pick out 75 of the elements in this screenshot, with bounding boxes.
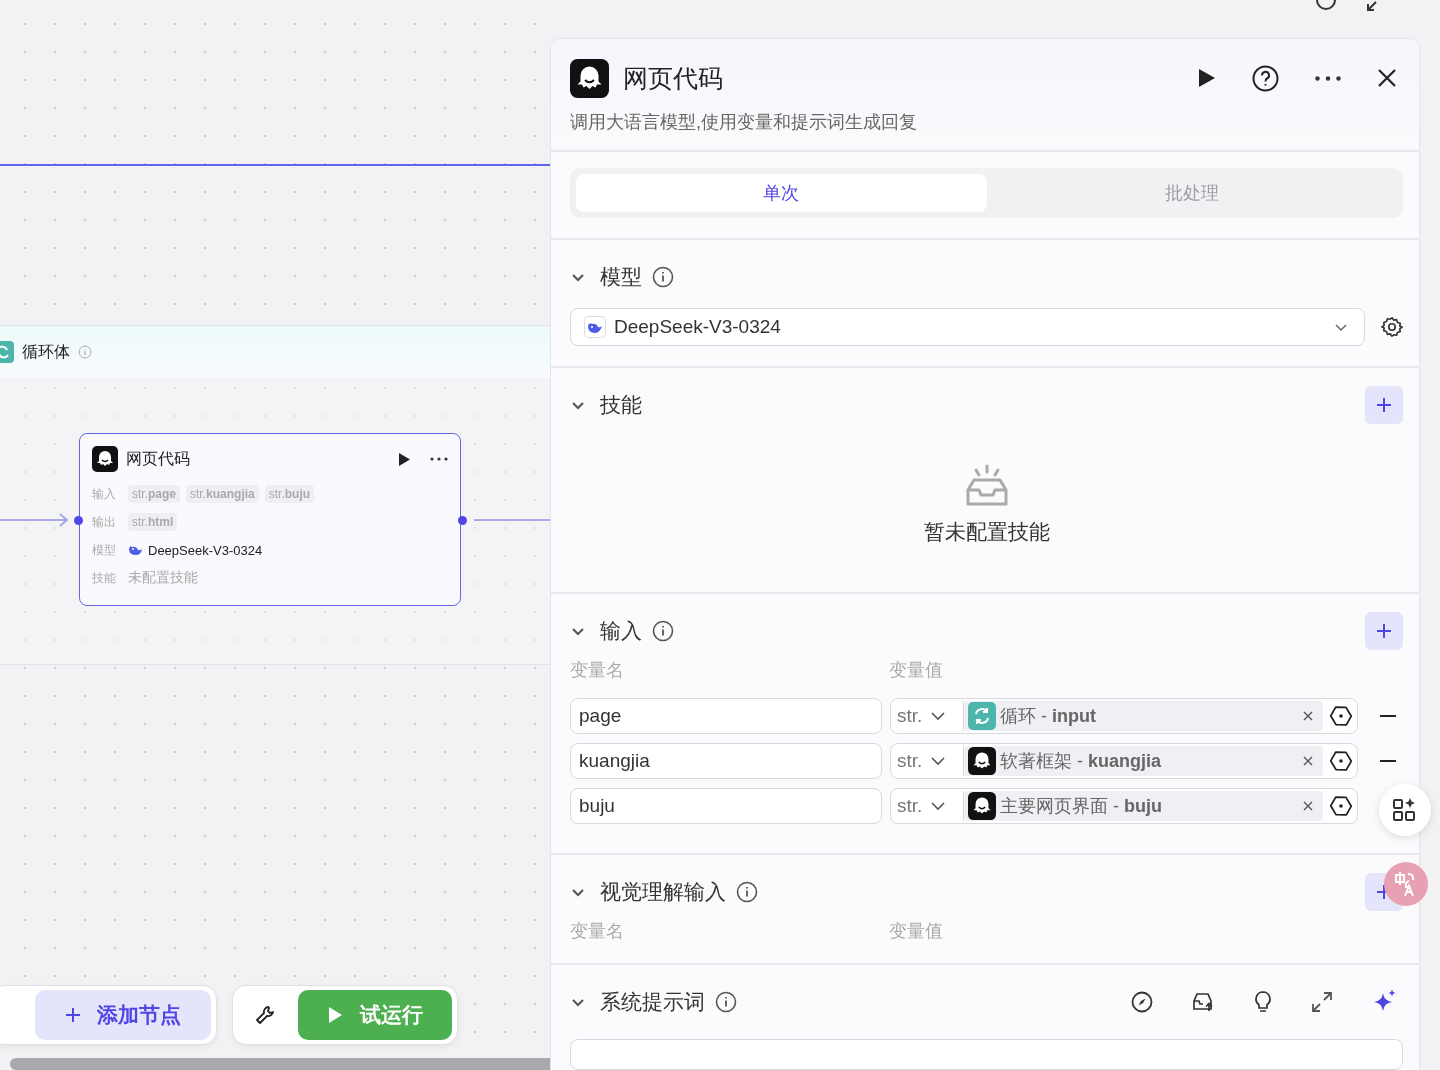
row-label: 输入 [92, 485, 117, 503]
column-header: 变量名 [570, 920, 625, 943]
clear-icon[interactable] [1303, 801, 1313, 811]
loop-icon [968, 702, 996, 730]
clear-icon[interactable] [1303, 711, 1313, 721]
row-label: 模型 [92, 541, 117, 559]
variable-picker-icon[interactable] [1329, 749, 1353, 773]
variable-tag: str.html [128, 513, 178, 531]
port-dot[interactable] [458, 516, 467, 525]
play-icon [327, 1007, 342, 1023]
whale-icon [584, 316, 606, 338]
variable-value-field[interactable]: str. 循环 - input [890, 698, 1358, 734]
settings-icon[interactable] [1381, 316, 1403, 338]
compass-icon[interactable] [1131, 991, 1153, 1013]
section-title: 视觉理解输入 [600, 879, 726, 905]
wrench-icon[interactable] [255, 1004, 277, 1026]
lightbulb-icon[interactable] [1253, 990, 1273, 1014]
play-icon[interactable] [1198, 68, 1216, 88]
info-icon [78, 345, 92, 359]
loop-title: 循环体 [22, 341, 70, 362]
play-icon[interactable] [398, 452, 410, 466]
variable-name-field[interactable]: page [570, 698, 882, 734]
whale-icon [128, 544, 142, 556]
reference-text: 主要网页界面 - buju [1000, 795, 1162, 818]
expand-icon[interactable] [1311, 991, 1333, 1013]
variable-tag: str.page [128, 485, 181, 503]
variable-value-field[interactable]: str. 软著框架 - kuangjia [890, 743, 1358, 779]
plus-icon [1376, 623, 1392, 639]
add-node-button[interactable]: 添加节点 [35, 990, 211, 1040]
empty-value: 未配置技能 [128, 569, 198, 587]
mode-tab[interactable]: 单次 [576, 174, 987, 212]
variable-value-field[interactable]: str. 主要网页界面 - buju [890, 788, 1358, 824]
add-button[interactable] [1365, 386, 1403, 424]
model-name: DeepSeek-V3-0324 [148, 542, 263, 558]
column-header: 变量名 [570, 659, 625, 682]
help-icon[interactable] [1252, 64, 1279, 92]
reference-text: 软著框架 - kuangjia [1000, 750, 1162, 773]
row-label: 输出 [92, 513, 117, 531]
panel-title: 网页代码 [623, 62, 723, 94]
section-title: 模型 [600, 264, 642, 290]
reference-text: 循环 - input [1000, 705, 1096, 728]
add-button[interactable] [1365, 612, 1403, 650]
variable-tag: str.kuangjia [186, 485, 259, 503]
section-title: 系统提示词 [600, 989, 705, 1015]
section-title: 技能 [600, 392, 642, 418]
empty-message: 暂未配置技能 [923, 519, 1050, 545]
more-icon[interactable] [1315, 75, 1341, 81]
more-icon[interactable] [430, 457, 448, 461]
variable-tag: str.buju [264, 485, 315, 503]
panel-description: 调用大语言模型,使用变量和提示词生成回复 [570, 111, 918, 134]
inbox-upload-icon[interactable] [1191, 991, 1215, 1013]
variable-name-field[interactable]: buju [570, 788, 882, 824]
variable-name-field[interactable]: kuangjia [570, 743, 882, 779]
loop-icon [0, 341, 14, 363]
bot-icon [968, 792, 996, 820]
scrollbar[interactable] [10, 1058, 550, 1070]
model-select[interactable]: DeepSeek-V3-0324 [570, 308, 1365, 346]
node-card[interactable]: 网页代码 输入 str.page str.kuangjia str.buju 输出 str.html 模型 DeepSeek-V3-0324 技能 未配置技能 [79, 433, 461, 606]
section-title: 输入 [600, 618, 642, 644]
plus-icon [1376, 397, 1392, 413]
connection-arrow [0, 513, 69, 527]
clear-icon[interactable] [1303, 756, 1313, 766]
plus-icon [65, 1007, 81, 1023]
bot-icon [968, 747, 996, 775]
port-dot[interactable] [74, 516, 83, 525]
variable-picker-icon[interactable] [1329, 794, 1353, 818]
bot-icon [570, 58, 609, 98]
column-header: 变量值 [889, 659, 943, 682]
row-label: 技能 [92, 569, 117, 587]
column-header: 变量值 [889, 920, 943, 943]
variable-picker-icon[interactable] [1329, 704, 1353, 728]
close-icon[interactable] [1377, 68, 1397, 88]
node-title: 网页代码 [126, 448, 190, 469]
bot-icon [92, 446, 118, 472]
test-run-button[interactable]: 试运行 [298, 990, 452, 1040]
